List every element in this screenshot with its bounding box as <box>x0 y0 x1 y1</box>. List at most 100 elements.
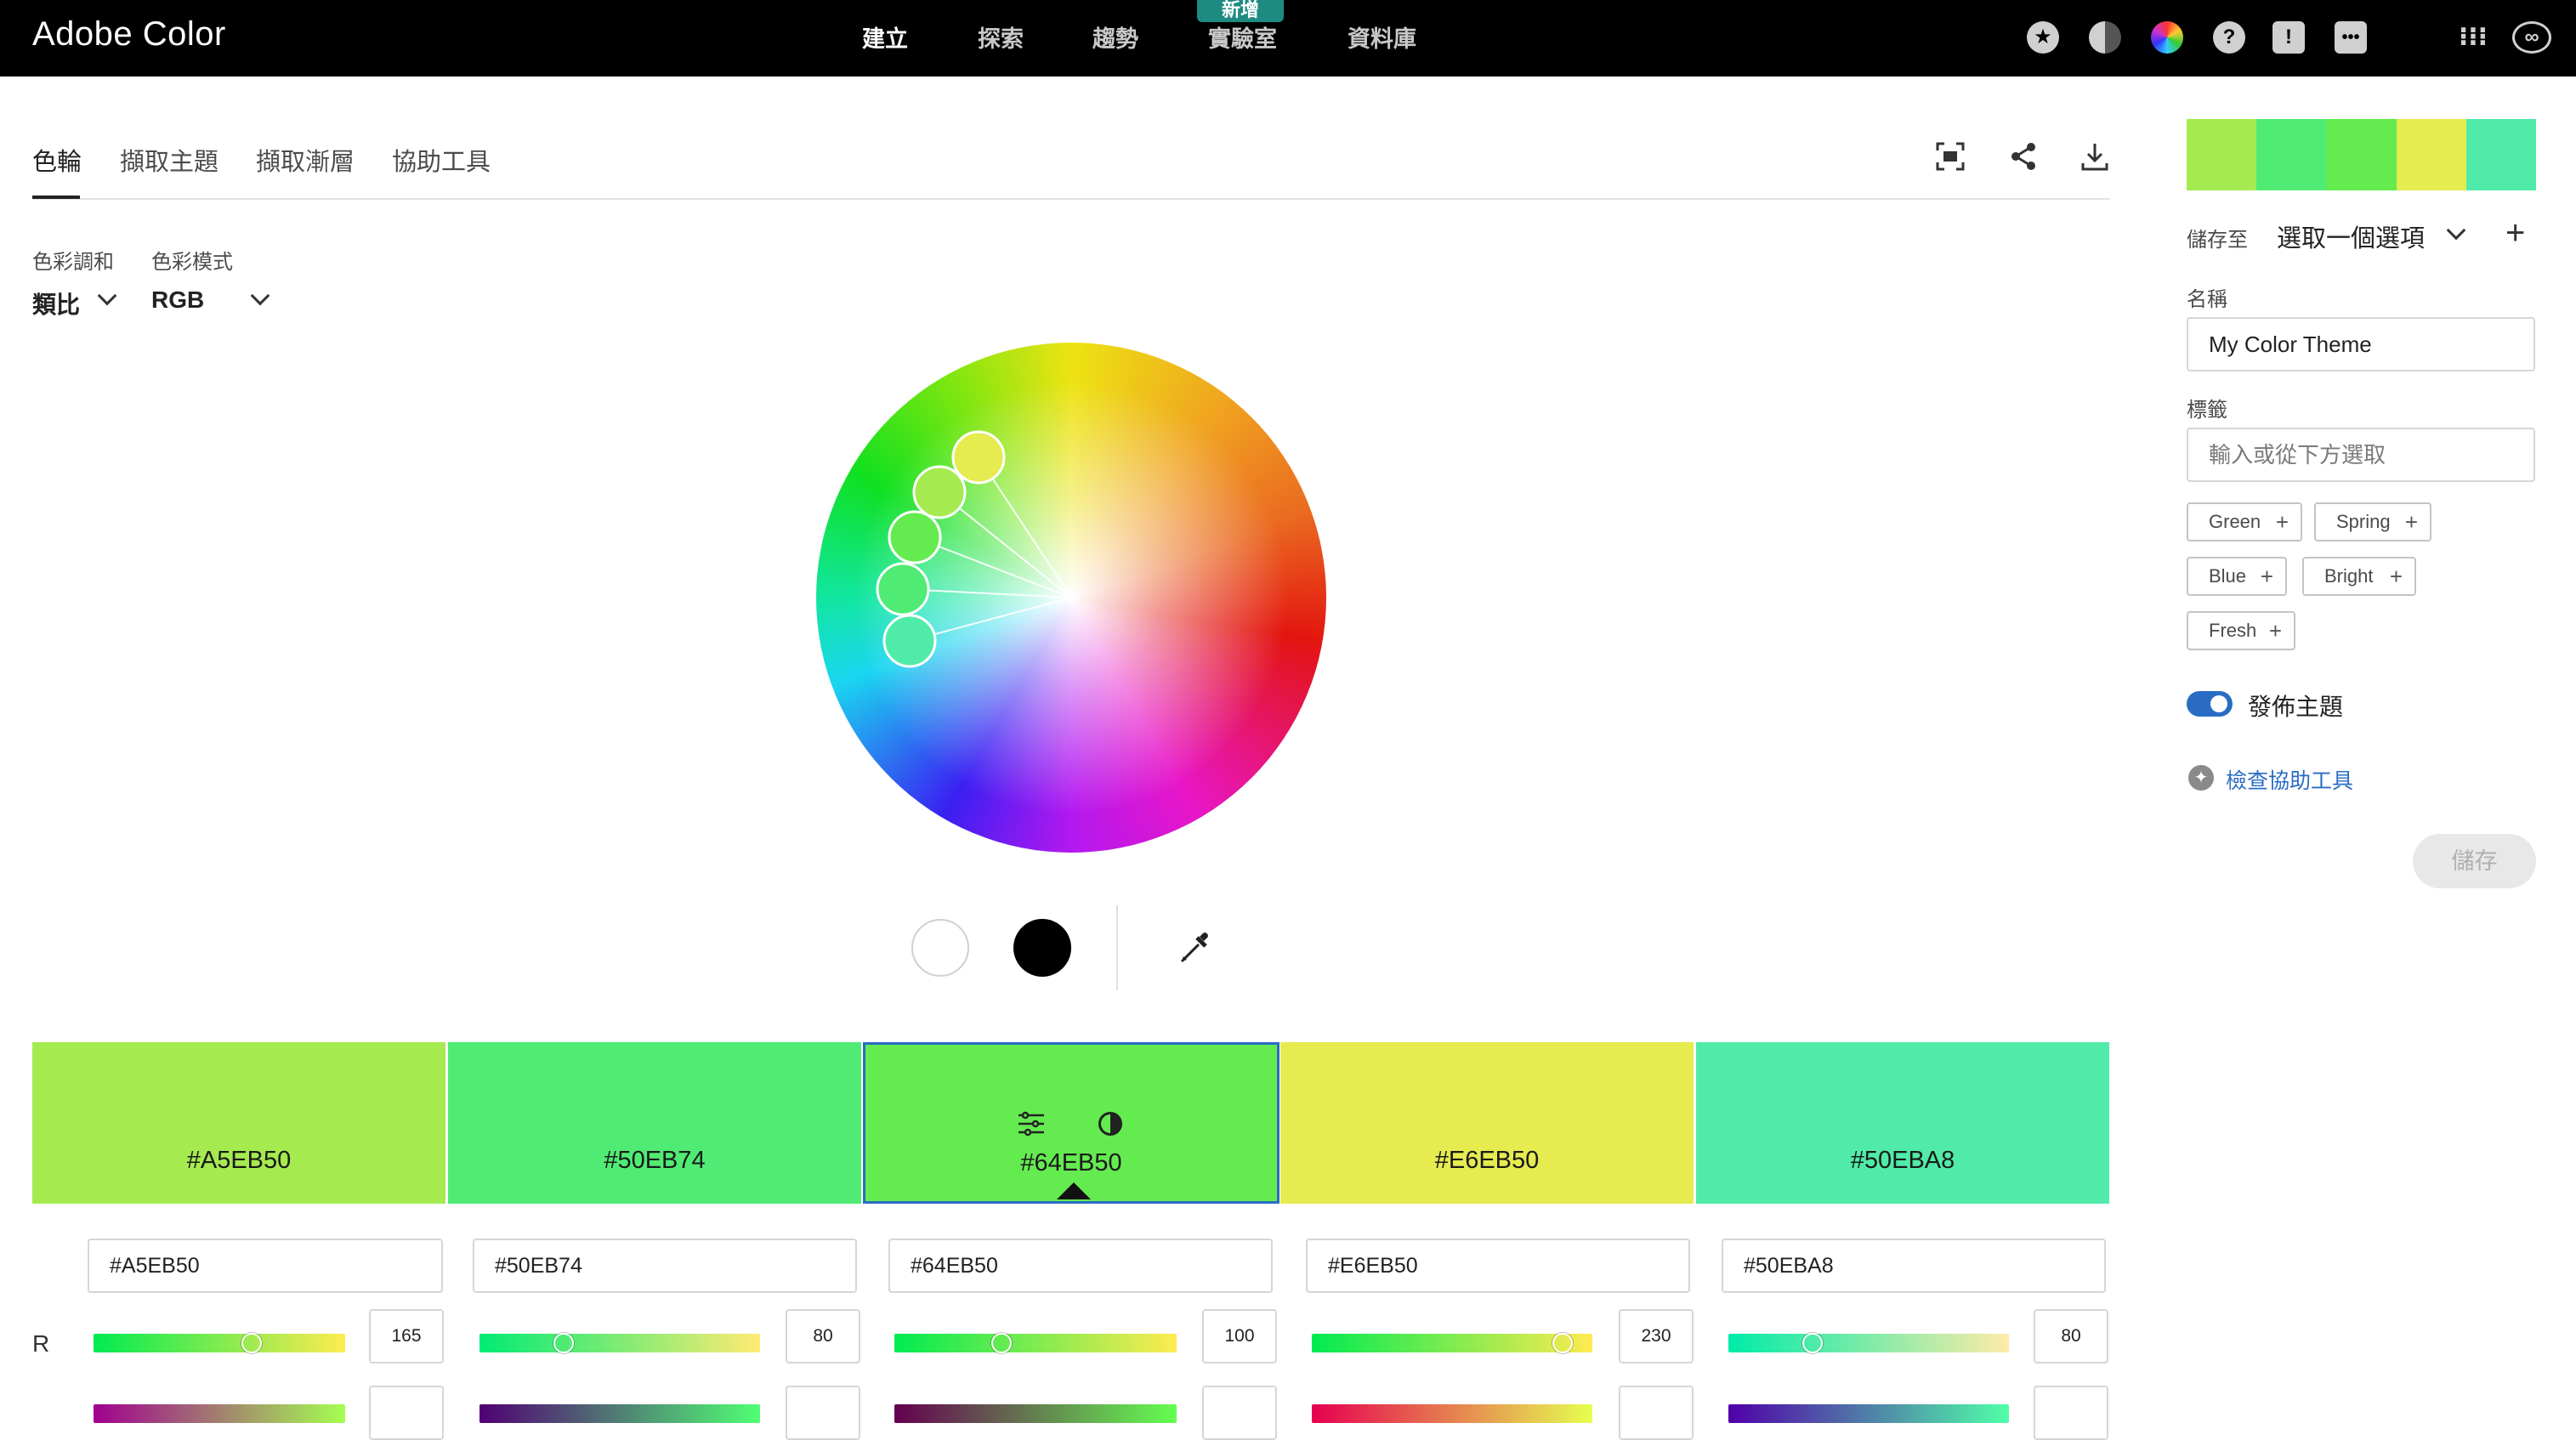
star-icon[interactable]: ★ <box>2027 21 2059 54</box>
tag-chip-spring[interactable]: Spring + <box>2314 502 2431 541</box>
color-wheel-icon[interactable] <box>2151 21 2183 54</box>
r-value-2[interactable]: 80 <box>786 1309 860 1363</box>
eyedropper-icon[interactable] <box>1177 929 1214 967</box>
color-wheel[interactable] <box>816 343 1326 853</box>
r-slider-knob-4[interactable] <box>1552 1333 1573 1353</box>
hex-input-2[interactable]: #50EB74 <box>473 1239 857 1293</box>
g-value-4[interactable] <box>1619 1386 1694 1440</box>
g-value-2[interactable] <box>786 1386 860 1440</box>
r-value-3[interactable]: 100 <box>1202 1309 1277 1363</box>
swatch-hex-label: #50EB74 <box>604 1147 706 1174</box>
feedback-icon[interactable]: ! <box>2272 21 2305 54</box>
tag-chip-label: Fresh <box>2209 620 2257 641</box>
plus-icon: + <box>2260 564 2273 589</box>
r-slider-knob-2[interactable] <box>553 1333 574 1353</box>
plus-icon: + <box>2404 509 2418 535</box>
tag-chip-fresh[interactable]: Fresh + <box>2187 611 2295 650</box>
tab-divider <box>32 198 2110 200</box>
publish-label: 發佈主題 <box>2248 694 2344 720</box>
g-value-3[interactable] <box>1202 1386 1277 1440</box>
accessibility-check-link[interactable]: 檢查協助工具 <box>2226 764 2353 795</box>
tab-extract-theme[interactable]: 擷取主題 <box>120 142 218 178</box>
g-slider-3[interactable] <box>894 1404 1177 1423</box>
g-slider-1[interactable] <box>94 1404 345 1423</box>
save-button[interactable]: 儲存 <box>2413 834 2536 888</box>
new-badge: 新增 <box>1197 0 1284 22</box>
swatch-2[interactable]: #50EB74 <box>448 1042 861 1204</box>
harmony-select[interactable]: 類比 <box>32 286 80 320</box>
tab-color-wheel[interactable]: 色輪 <box>32 142 82 178</box>
r-slider-3[interactable] <box>894 1334 1177 1352</box>
swatch-hex-label: #64EB50 <box>1020 1149 1122 1176</box>
contrast-icon[interactable] <box>2089 21 2121 54</box>
hex-input-1[interactable]: #A5EB50 <box>88 1239 443 1293</box>
r-slider-5[interactable] <box>1728 1334 2009 1352</box>
r-value-5[interactable]: 80 <box>2034 1309 2108 1363</box>
chevron-down-icon[interactable] <box>2446 220 2466 241</box>
nav-create[interactable]: 建立 <box>862 20 908 54</box>
tag-chip-blue[interactable]: Blue + <box>2187 557 2287 596</box>
plus-icon: + <box>2268 618 2282 643</box>
r-value-4[interactable]: 230 <box>1619 1309 1694 1363</box>
black-point-button[interactable] <box>1013 919 1071 977</box>
r-slider-knob-5[interactable] <box>1802 1333 1823 1353</box>
g-value-5[interactable] <box>2034 1386 2108 1440</box>
share-icon[interactable] <box>2008 141 2039 172</box>
tab-accessibility[interactable]: 協助工具 <box>392 142 491 178</box>
help-icon[interactable]: ? <box>2213 21 2245 54</box>
r-slider-knob-3[interactable] <box>991 1333 1012 1353</box>
wheel-handles[interactable] <box>816 343 1326 853</box>
tag-chip-label: Spring <box>2336 511 2391 532</box>
theme-preview-chip-1 <box>2187 119 2256 190</box>
theme-name-input[interactable]: My Color Theme <box>2187 317 2535 371</box>
color-mode-select[interactable]: RGB <box>151 286 204 314</box>
swatch-3-selected[interactable]: #64EB50 <box>863 1042 1279 1204</box>
nav-library[interactable]: 資料庫 <box>1348 20 1416 54</box>
chat-icon[interactable]: ••• <box>2335 21 2367 54</box>
nav-labs[interactable]: 實驗室 <box>1208 20 1277 54</box>
nav-explore[interactable]: 探索 <box>978 20 1024 54</box>
adjust-sliders-icon[interactable] <box>1017 1109 1046 1138</box>
divider <box>1116 905 1118 990</box>
g-slider-5[interactable] <box>1728 1404 2009 1423</box>
wheel-handle-aqua <box>882 614 937 668</box>
tags-input[interactable]: 輸入或從下方選取 <box>2187 428 2535 482</box>
harmony-label: 色彩調和 <box>32 251 114 274</box>
download-icon[interactable] <box>2080 141 2110 172</box>
save-to-select[interactable]: 選取一個選項 <box>2277 218 2425 254</box>
tab-extract-gradient[interactable]: 擷取漸層 <box>256 142 355 178</box>
hex-input-5[interactable]: #50EBA8 <box>1722 1239 2106 1293</box>
swatch-4[interactable]: #E6EB50 <box>1280 1042 1694 1204</box>
tab-active-indicator <box>32 196 80 199</box>
swatch-5[interactable]: #50EBA8 <box>1696 1042 2109 1204</box>
nav-trends[interactable]: 趨勢 <box>1092 20 1138 54</box>
g-value-1[interactable] <box>369 1386 444 1440</box>
app-brand[interactable]: Adobe Color <box>32 15 226 54</box>
r-slider-4[interactable] <box>1312 1334 1592 1352</box>
fullscreen-icon[interactable] <box>1935 141 1966 172</box>
g-slider-2[interactable] <box>479 1404 760 1423</box>
accessibility-icon: ✦ <box>2188 765 2214 791</box>
r-slider-knob-1[interactable] <box>241 1333 262 1353</box>
publish-toggle[interactable] <box>2187 691 2233 717</box>
tag-chip-green[interactable]: Green + <box>2187 502 2302 541</box>
theme-preview-chip-2 <box>2256 119 2326 190</box>
swatch-hex-label: #E6EB50 <box>1434 1147 1540 1174</box>
channel-label-r: R <box>32 1330 50 1357</box>
r-value-1[interactable]: 165 <box>369 1309 444 1363</box>
r-slider-2[interactable] <box>479 1334 760 1352</box>
r-slider-1[interactable] <box>94 1334 345 1352</box>
creative-cloud-icon[interactable]: ∞ <box>2512 21 2551 54</box>
chevron-down-icon[interactable] <box>250 286 270 306</box>
swatch-1[interactable]: #A5EB50 <box>32 1042 445 1204</box>
apps-grid-icon[interactable]: ⁝⁝⁝ <box>2457 21 2489 54</box>
hex-input-4[interactable]: #E6EB50 <box>1306 1239 1690 1293</box>
tag-chip-bright[interactable]: Bright + <box>2302 557 2416 596</box>
chevron-down-icon[interactable] <box>97 286 117 306</box>
g-slider-4[interactable] <box>1312 1404 1592 1423</box>
white-point-button[interactable] <box>911 919 969 977</box>
add-library-icon[interactable]: + <box>2505 214 2525 252</box>
hex-input-3[interactable]: #64EB50 <box>888 1239 1273 1293</box>
tag-chip-label: Green <box>2209 511 2261 532</box>
contrast-toggle-icon[interactable] <box>1098 1112 1122 1136</box>
